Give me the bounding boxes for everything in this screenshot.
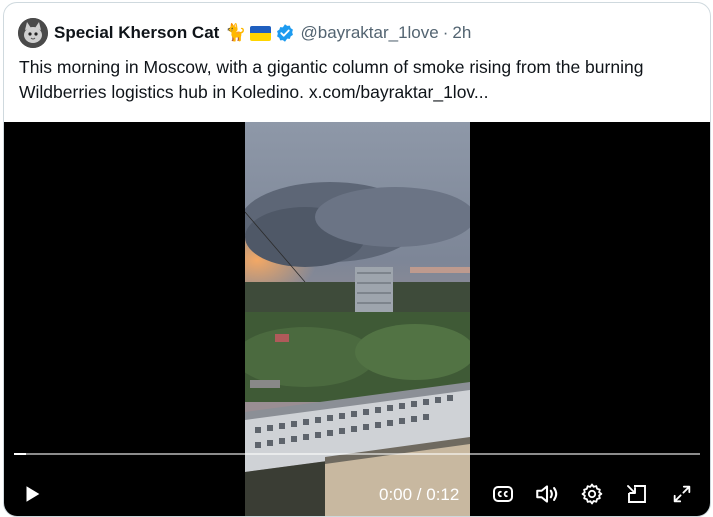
author-handle[interactable]: @bayraktar_1love: [301, 23, 439, 43]
separator: ·: [442, 23, 449, 42]
tweet-header: Special Kherson Cat 🐈 @bayraktar_1love ·…: [18, 15, 471, 51]
tweet-text: This morning in Moscow, with a gigantic …: [19, 57, 644, 102]
video-player[interactable]: 0:00 / 0:12: [4, 122, 710, 516]
video-frame[interactable]: [245, 122, 470, 516]
captions-icon: [493, 486, 513, 502]
tweet-card[interactable]: Special Kherson Cat 🐈 @bayraktar_1love ·…: [3, 2, 711, 517]
ukraine-flag-icon: [249, 25, 271, 41]
captions-button[interactable]: [489, 480, 517, 508]
settings-button[interactable]: [578, 480, 606, 508]
author-name[interactable]: Special Kherson Cat: [54, 23, 219, 43]
cat-emoji-icon: 🐈: [225, 23, 247, 42]
gear-icon: [581, 483, 603, 505]
play-icon: [26, 486, 40, 502]
fullscreen-button[interactable]: [668, 480, 696, 508]
video-progress-fill: [14, 453, 26, 455]
fullscreen-icon: [673, 485, 691, 503]
volume-button[interactable]: [533, 480, 561, 508]
play-button[interactable]: [18, 480, 46, 508]
pip-button[interactable]: [623, 480, 651, 508]
video-progress-bar[interactable]: [14, 453, 700, 455]
volume-icon: [536, 485, 558, 503]
video-controls: 0:00 / 0:12: [4, 476, 710, 512]
verified-badge-icon: [275, 23, 295, 43]
picture-in-picture-icon: [627, 485, 646, 503]
timestamp[interactable]: 2h: [452, 23, 471, 43]
avatar[interactable]: [18, 18, 48, 48]
video-time-readout: 0:00 / 0:12: [379, 485, 460, 504]
